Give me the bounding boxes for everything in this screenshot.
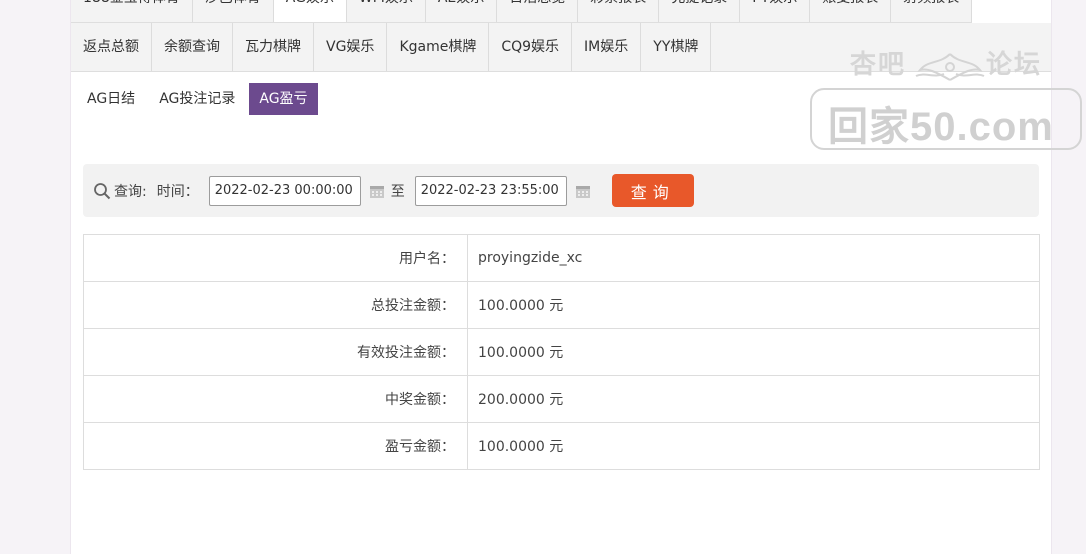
tab-ag[interactable]: AG娱乐 xyxy=(273,0,347,22)
profit-loss-label: 盈亏金额： xyxy=(83,422,468,470)
top-tabs-row-1: 188金宝博体育 沙巴体育 AG娱乐 WM娱乐 AE娱乐 日活总览 彩票报表 充… xyxy=(71,0,973,23)
tab-wali-chess[interactable]: 瓦力棋牌 xyxy=(233,23,314,71)
query-button[interactable]: 查询 xyxy=(611,174,694,207)
tab-wm[interactable]: WM娱乐 xyxy=(347,0,426,22)
start-time-input[interactable] xyxy=(208,175,361,206)
subtab-ag-daily[interactable]: AG日结 xyxy=(77,83,145,115)
table-row: 中奖金额： 200.0000 元 xyxy=(83,375,1040,423)
table-row: 用户名： proyingzide_xc xyxy=(83,234,1040,282)
tab-vg[interactable]: VG娱乐 xyxy=(314,23,388,71)
valid-bet-label: 有效投注金额： xyxy=(83,328,468,376)
total-bet-label: 总投注金额： xyxy=(83,281,468,329)
subtab-ag-profit-loss[interactable]: AG盈亏 xyxy=(249,83,318,115)
to-label: 至 xyxy=(390,183,405,200)
tab-im[interactable]: IM娱乐 xyxy=(572,23,642,71)
top-tabs-row-2: 返点总额 余额查询 瓦力棋牌 VG娱乐 Kgame棋牌 CQ9娱乐 IM娱乐 Y… xyxy=(71,23,1051,72)
main-panel: 188金宝博体育 沙巴体育 AG娱乐 WM娱乐 AE娱乐 日活总览 彩票报表 充… xyxy=(70,0,1052,554)
sub-tabs: AG日结 AG投注记录 AG盈亏 xyxy=(77,83,322,115)
tab-ae[interactable]: AE娱乐 xyxy=(426,0,498,22)
username-label: 用户名： xyxy=(83,234,468,282)
table-row: 总投注金额： 100.0000 元 xyxy=(83,281,1040,329)
result-table: 用户名： proyingzide_xc 总投注金额： 100.0000 元 有效… xyxy=(83,234,1040,470)
profit-loss-value: 100.0000 元 xyxy=(467,422,1040,470)
tab-balance-query[interactable]: 余额查询 xyxy=(152,23,233,71)
winning-amount-label: 中奖金额： xyxy=(83,375,468,423)
tab-rf-report[interactable]: 射频报表 xyxy=(891,0,973,22)
time-label: 时间： xyxy=(156,183,199,200)
tab-pt[interactable]: PT娱乐 xyxy=(740,0,811,22)
total-bet-value: 100.0000 元 xyxy=(467,281,1040,329)
table-row: 有效投注金额： 100.0000 元 xyxy=(83,328,1040,376)
tab-188[interactable]: 188金宝博体育 xyxy=(71,0,193,22)
end-time-input[interactable] xyxy=(414,175,567,206)
tab-shaba[interactable]: 沙巴体育 xyxy=(193,0,274,22)
tab-lottery-report[interactable]: 彩票报表 xyxy=(578,0,660,22)
tab-account-change[interactable]: 账变报表 xyxy=(810,0,892,22)
tab-cq9[interactable]: CQ9娱乐 xyxy=(489,23,573,71)
tab-daily[interactable]: 日活总览 xyxy=(497,0,579,22)
winning-amount-value: 200.0000 元 xyxy=(467,375,1040,423)
subtab-ag-bet-records[interactable]: AG投注记录 xyxy=(149,83,245,115)
tab-deposit-records[interactable]: 充提记录 xyxy=(659,0,741,22)
search-icon xyxy=(94,182,111,199)
tab-yy-chess[interactable]: YY棋牌 xyxy=(641,23,712,71)
query-bar: 查询: 时间： 至 查询 xyxy=(83,164,1039,217)
calendar-icon[interactable] xyxy=(575,183,591,199)
tab-kgame[interactable]: Kgame棋牌 xyxy=(387,23,490,71)
tab-rebate-total[interactable]: 返点总额 xyxy=(71,23,152,71)
table-row: 盈亏金额： 100.0000 元 xyxy=(83,422,1040,470)
calendar-icon[interactable] xyxy=(369,183,385,199)
username-value: proyingzide_xc xyxy=(467,234,1040,282)
valid-bet-value: 100.0000 元 xyxy=(467,328,1040,376)
query-label: 查询: xyxy=(114,183,147,200)
